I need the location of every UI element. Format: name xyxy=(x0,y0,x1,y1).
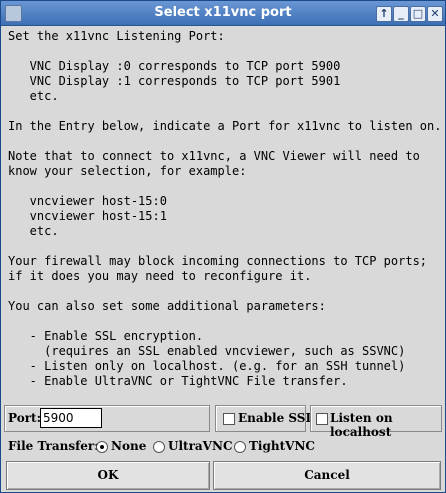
radio-ultravnc-label[interactable]: UltraVNC xyxy=(168,439,233,453)
enable-ssl-checkbox[interactable] xyxy=(223,413,235,425)
enable-ssl-label: Enable SSL xyxy=(238,411,314,425)
radio-none[interactable] xyxy=(96,441,108,453)
radio-selected-dot xyxy=(100,445,104,449)
title-bar[interactable]: Select x11vnc port ↑ _ □ ✕ xyxy=(1,1,445,26)
ok-button[interactable]: OK xyxy=(6,461,210,490)
port-options-row: Port: 5900 Enable SSL Listen on localhos… xyxy=(4,405,442,439)
radio-tightvnc-label[interactable]: TightVNC xyxy=(249,439,315,453)
message-text: Set the x11vnc Listening Port: VNC Displ… xyxy=(8,29,442,388)
dialog-window: Select x11vnc port ↑ _ □ ✕ Set the x11vn… xyxy=(0,0,446,493)
minimize-button[interactable]: _ xyxy=(393,6,409,22)
port-label: Port: xyxy=(8,411,41,425)
file-transfer-row: File Transfer: None UltraVNC TightVNC xyxy=(4,435,442,459)
radio-ultravnc[interactable] xyxy=(153,441,165,453)
cancel-button[interactable]: Cancel xyxy=(213,461,441,490)
raise-button[interactable]: ↑ xyxy=(376,6,392,22)
radio-none-label[interactable]: None xyxy=(111,439,146,453)
maximize-button[interactable]: □ xyxy=(410,6,426,22)
close-button[interactable]: ✕ xyxy=(427,6,443,22)
radio-tightvnc[interactable] xyxy=(234,441,246,453)
listen-localhost-checkbox[interactable] xyxy=(316,413,328,425)
file-transfer-label: File Transfer: xyxy=(8,439,99,453)
port-input[interactable]: 5900 xyxy=(40,408,102,428)
